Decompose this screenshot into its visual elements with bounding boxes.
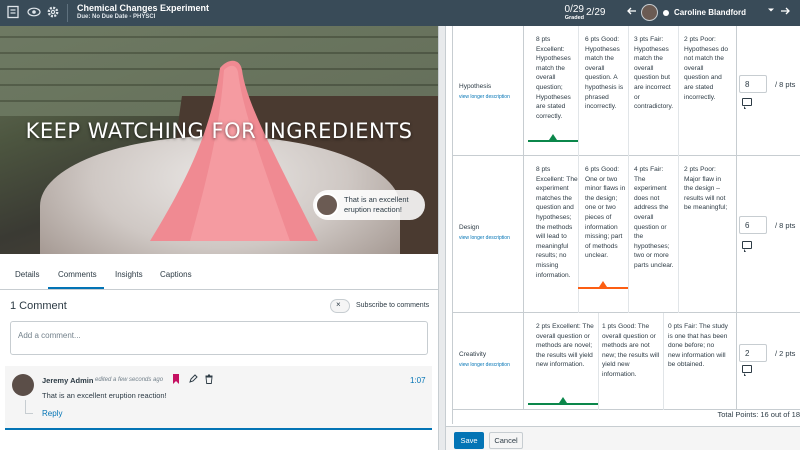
criterion-name: Design [459, 224, 480, 231]
score-column: 2 / 2 pts [737, 313, 800, 410]
student-selector[interactable]: Caroline Blandford [674, 8, 746, 17]
gear-icon[interactable] [45, 5, 61, 21]
total-points: Total Points: 16 out of 18 [717, 410, 800, 419]
comment-meta: edited a few seconds ago [95, 377, 164, 383]
commenter-avatar [12, 374, 34, 396]
selected-rating-bar [528, 403, 598, 405]
edit-icon[interactable] [187, 374, 199, 386]
graded-count: 0/29 [564, 4, 584, 15]
rubric-footer: Save Cancel [446, 426, 800, 450]
rubric-panel: Hypothesis view longer description 8 pts… [452, 26, 800, 424]
close-icon: × [336, 300, 341, 309]
rubric-row: Hypothesis view longer description 8 pts… [453, 26, 800, 156]
rating-cells: 8 pts Excellent: The experiment matches … [523, 156, 737, 313]
comment-count: 1 Comment [10, 300, 67, 312]
rubric-row: Design view longer description 8 pts Exc… [453, 156, 800, 313]
view-description-link[interactable]: view longer description [459, 235, 510, 241]
save-button[interactable]: Save [454, 432, 484, 449]
criterion-name: Hypothesis [459, 83, 492, 90]
status-dot-icon [663, 10, 669, 16]
selected-rating-marker [549, 134, 557, 140]
graded-label: Graded [564, 15, 584, 21]
score-input[interactable]: 2 [739, 344, 767, 362]
criterion-name: Creativity [459, 351, 487, 358]
active-tab-indicator [48, 287, 104, 289]
arrow-left-icon[interactable] [624, 5, 640, 21]
rating-divider [578, 26, 579, 156]
score-max: / 2 pts [775, 349, 796, 358]
toolbar-divider [67, 4, 68, 22]
rating-cell[interactable]: 6 pts Good: One or two minor flaws in th… [585, 165, 627, 261]
rating-cell[interactable]: 0 pts Fair: The study is one that has be… [668, 322, 728, 370]
rubric-row: Creativity view longer description 2 pts… [453, 313, 800, 410]
rating-cell[interactable]: 2 pts Poor: Hypotheses do not match the … [684, 35, 728, 102]
tab-insights[interactable]: Insights [115, 270, 143, 279]
tab-bar: Details Comments Insights Captions [0, 254, 438, 290]
rating-divider [678, 156, 679, 313]
subscribe-label: Subscribe to comments [356, 302, 430, 309]
add-comment-input[interactable]: Add a comment... [10, 321, 428, 355]
eye-icon[interactable] [26, 5, 42, 21]
rating-cell[interactable]: 1 pts Good: The overall question or meth… [602, 322, 662, 380]
rating-cell[interactable]: 2 pts Poor: Major flaw in the design – r… [684, 165, 728, 213]
video-overlay-text: KEEP WATCHING FOR INGREDIENTS [25, 119, 413, 143]
top-toolbar: Chemical Changes Experiment Due: No Due … [0, 0, 800, 26]
score-max: / 8 pts [775, 221, 796, 230]
rating-cell[interactable]: 2 pts Excellent: The overall question or… [536, 322, 598, 370]
reply-connector [25, 400, 33, 414]
bubble-avatar [315, 193, 339, 217]
subscribe-toggle[interactable]: × [330, 299, 350, 313]
rating-divider [598, 313, 599, 410]
comment-author: Jeremy Admin [42, 376, 94, 385]
rating-cells: 2 pts Excellent: The overall question or… [523, 313, 737, 410]
student-avatar [641, 4, 658, 21]
reply-link[interactable]: Reply [42, 409, 62, 418]
selected-rating-marker [599, 281, 607, 287]
rating-cell[interactable]: 8 pts Excellent: The experiment matches … [536, 165, 578, 280]
comment-icon[interactable] [742, 365, 752, 376]
score-input[interactable]: 8 [739, 75, 767, 93]
comment-icon[interactable] [742, 241, 752, 252]
assignment-title[interactable]: Chemical Changes Experiment [77, 3, 209, 13]
rating-cell[interactable]: 6 pts Good: Hypotheses match the overall… [585, 35, 627, 112]
student-position: 2/29 [586, 7, 606, 18]
arrow-right-icon[interactable] [777, 5, 793, 21]
tab-details[interactable]: Details [15, 270, 39, 279]
tab-comments[interactable]: Comments [58, 270, 97, 279]
comment-text: That is an excellent eruption reaction! [42, 391, 167, 400]
comment-icon[interactable] [742, 98, 752, 109]
comment-timestamp[interactable]: 1:07 [410, 376, 426, 385]
selected-rating-marker [559, 397, 567, 403]
submission-video[interactable]: KEEP WATCHING FOR INGREDIENTS That is an… [0, 26, 438, 254]
gradebook-icon[interactable] [5, 5, 21, 21]
selected-rating-bar [578, 287, 628, 289]
trash-icon[interactable] [203, 374, 215, 386]
score-column: 8 / 8 pts [737, 26, 800, 156]
bubble-text: That is an excellent eruption reaction! [344, 195, 409, 214]
rating-cells: 8 pts Excellent: Hypotheses match the ov… [523, 26, 737, 156]
view-description-link[interactable]: view longer description [459, 94, 510, 100]
selected-rating-bar [528, 140, 578, 142]
rating-divider [578, 156, 579, 313]
score-max: / 8 pts [775, 80, 796, 89]
rating-cell[interactable]: 4 pts Fair: The experiment does not addr… [634, 165, 676, 271]
comment-bubble[interactable]: That is an excellent eruption reaction! [313, 190, 425, 220]
rating-divider [628, 26, 629, 156]
rating-divider [678, 26, 679, 156]
cancel-button[interactable]: Cancel [489, 432, 523, 449]
rating-divider [628, 156, 629, 313]
eruption-cone [150, 60, 318, 242]
score-column: 6 / 8 pts [737, 156, 800, 313]
score-input[interactable]: 6 [739, 216, 767, 234]
bookmark-icon[interactable] [170, 374, 182, 386]
rating-divider [663, 313, 664, 410]
view-description-link[interactable]: view longer description [459, 362, 510, 368]
comment-item: Jeremy Admin edited a few seconds ago 1:… [5, 366, 432, 430]
rating-cell[interactable]: 3 pts Fair: Hypotheses match the overall… [634, 35, 676, 112]
tab-captions[interactable]: Captions [160, 270, 192, 279]
rating-cell[interactable]: 8 pts Excellent: Hypotheses match the ov… [536, 35, 578, 121]
due-date: Due: No Due Date - PHYSCI [77, 14, 156, 20]
pane-resize-handle[interactable] [438, 26, 446, 450]
